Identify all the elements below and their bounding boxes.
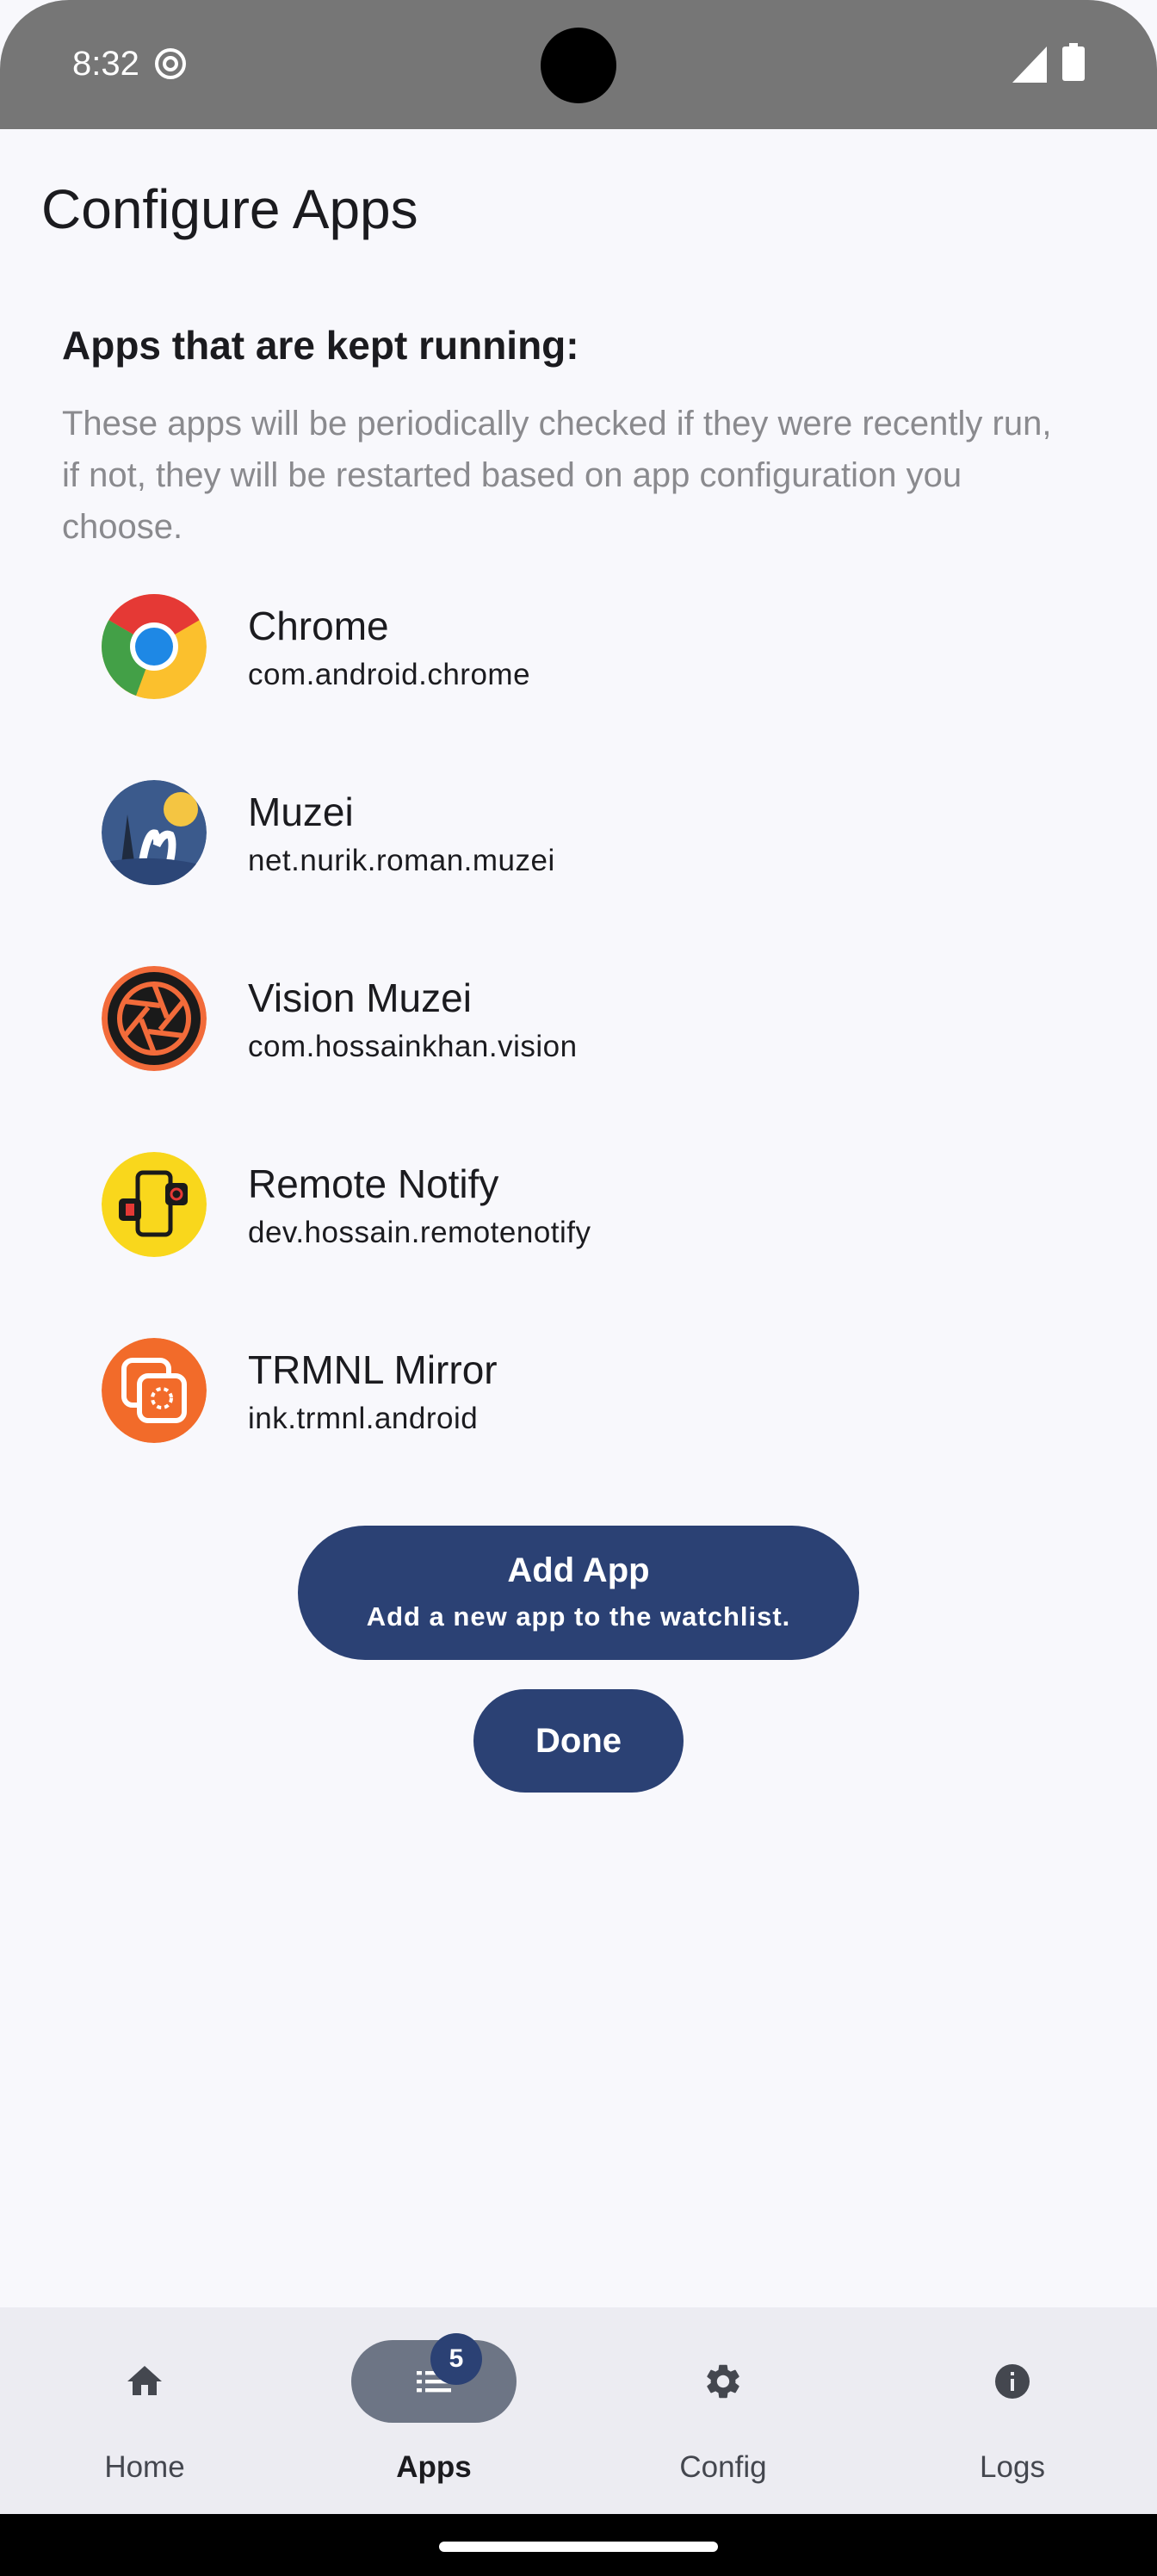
bottom-navigation: Home Apps Config Logs 5 [0, 2307, 1157, 2514]
gear-icon [707, 2364, 739, 2399]
app-name: Muzei [248, 790, 354, 834]
app-package: com.android.chrome [248, 658, 531, 691]
info-icon [995, 2364, 1030, 2399]
app-item-trmnl-mirror[interactable]: TRMNL Mirror ink.trmnl.android [0, 1329, 1157, 1502]
add-app-button[interactable]: Add App Add a new app to the watchlist. [298, 1526, 859, 1660]
muzei-icon [102, 780, 207, 885]
app-name: Chrome [248, 604, 389, 648]
nav-label: Logs [980, 2450, 1045, 2484]
app-name: Remote Notify [248, 1161, 499, 1206]
chrome-icon [102, 594, 207, 699]
nav-indicator [640, 2340, 806, 2423]
app-name: Vision Muzei [248, 975, 472, 1020]
app-name: TRMNL Mirror [248, 1347, 498, 1392]
add-app-subtitle: Add a new app to the watchlist. [366, 1601, 791, 1632]
remote-notify-icon [102, 1152, 207, 1257]
nav-label: Home [104, 2450, 185, 2484]
done-button[interactable]: Done [473, 1689, 684, 1793]
nav-label: Apps [396, 2450, 472, 2484]
trmnl-icon [102, 1338, 207, 1443]
app-package: dev.hossain.remotenotify [248, 1216, 591, 1249]
nav-item-home[interactable]: Home [0, 2307, 289, 2514]
section-description: These apps will be periodically checked … [62, 405, 1052, 546]
nav-item-config[interactable]: Config [578, 2307, 868, 2514]
signal-icon [1012, 46, 1047, 83]
gesture-handle[interactable] [439, 2542, 718, 2552]
status-bar: 8:32 [0, 0, 1157, 129]
app-package: ink.trmnl.android [248, 1402, 479, 1435]
home-icon [127, 2366, 162, 2395]
app-item-muzei[interactable]: Muzei net.nurik.roman.muzei [0, 771, 1157, 944]
app-item-remote-notify[interactable]: Remote Notify dev.hossain.remotenotify [0, 1143, 1157, 1316]
status-time: 8:32 [72, 45, 139, 83]
at-sign-icon [155, 48, 186, 79]
nav-indicator [62, 2340, 227, 2423]
nav-item-apps[interactable]: Apps [289, 2307, 578, 2514]
add-app-title: Add App [507, 1551, 650, 1589]
app-item-chrome[interactable]: Chrome com.android.chrome [0, 585, 1157, 758]
page-title: Configure Apps [41, 178, 418, 240]
camera-cutout [541, 28, 616, 103]
nav-item-logs[interactable]: Logs [868, 2307, 1157, 2514]
app-package: net.nurik.roman.muzei [248, 844, 555, 877]
section-title: Apps that are kept running: [62, 323, 579, 368]
gesture-navigation-bar [0, 2514, 1157, 2576]
battery-icon [1062, 43, 1085, 81]
apps-count-badge: 5 [430, 2333, 482, 2385]
nav-indicator [930, 2340, 1095, 2423]
app-item-vision-muzei[interactable]: Vision Muzei com.hossainkhan.vision [0, 957, 1157, 1130]
camera-aperture-icon [102, 966, 207, 1071]
nav-label: Config [679, 2450, 767, 2484]
app-package: com.hossainkhan.vision [248, 1030, 578, 1063]
